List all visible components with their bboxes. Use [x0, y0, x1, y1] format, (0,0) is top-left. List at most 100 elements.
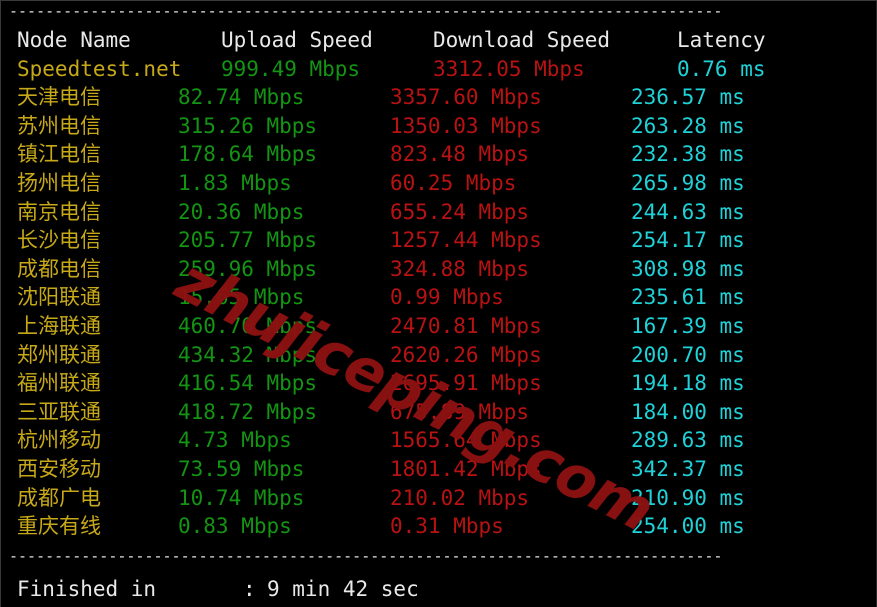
cell-upload-speed: 460.70 Mbps — [178, 313, 318, 338]
table-row: 西安移动 73.59 Mbps 1801.42 Mbps 342.37 ms — [1, 455, 876, 484]
cell-node-name: 成都电信 — [17, 256, 101, 281]
cell-upload-speed: 4.73 Mbps — [178, 428, 292, 453]
cell-node-name: 天津电信 — [17, 85, 101, 110]
cell-upload-speed: 418.72 Mbps — [178, 399, 318, 424]
terminal-window: zhujiceping.com ------------------------… — [0, 0, 877, 607]
cell-download-speed: 1257.44 Mbps — [390, 228, 542, 253]
table-row: 郑州联通 434.32 Mbps 2620.26 Mbps 200.70 ms — [1, 341, 876, 370]
cell-upload-speed: 416.54 Mbps — [178, 371, 318, 396]
cell-download-speed: 823.48 Mbps — [390, 142, 530, 167]
divider-top: ----------------------------------------… — [9, 2, 723, 20]
cell-download-speed: 2695.91 Mbps — [390, 371, 542, 396]
summary-row: Finished in:9 min 42 sec — [1, 575, 876, 604]
table-row: 重庆有线 0.83 Mbps 0.31 Mbps 254.00 ms — [1, 512, 876, 541]
cell-download-speed: 2470.81 Mbps — [390, 313, 542, 338]
cell-upload-speed: 10.74 Mbps — [178, 485, 305, 510]
summary-value: 9 min 42 sec — [267, 576, 419, 601]
cell-upload-speed: 20.36 Mbps — [178, 199, 305, 224]
cell-latency: 254.00 ms — [631, 514, 745, 539]
table-row: 苏州电信 315.26 Mbps 1350.03 Mbps 263.28 ms — [1, 112, 876, 141]
table-row: 沈阳联通 15.65 Mbps 0.99 Mbps 235.61 ms — [1, 283, 876, 312]
cell-download-speed: 1565.64 Mbps — [390, 428, 542, 453]
cell-download-speed: 210.02 Mbps — [390, 485, 530, 510]
cell-upload-speed: 82.74 Mbps — [178, 85, 305, 110]
table-row: 天津电信 82.74 Mbps 3357.60 Mbps 236.57 ms — [1, 83, 876, 112]
table-row: 成都电信 259.96 Mbps 324.88 Mbps 308.98 ms — [1, 255, 876, 284]
table-row: 杭州移动 4.73 Mbps 1565.64 Mbps 289.63 ms — [1, 426, 876, 455]
cell-node-name: 上海联通 — [17, 313, 101, 338]
table-row: 南京电信 20.36 Mbps 655.24 Mbps 244.63 ms — [1, 198, 876, 227]
cell-latency: 200.70 ms — [631, 342, 745, 367]
cell-node-name: 沈阳联通 — [17, 285, 101, 310]
cell-latency: 308.98 ms — [631, 256, 745, 281]
column-header-upload-speed: Upload Speed — [221, 28, 373, 52]
cell-node-name: 苏州电信 — [17, 113, 101, 138]
summary-separator: : — [243, 576, 256, 601]
cell-latency: 184.00 ms — [631, 399, 745, 424]
cell-download-speed: 675.89 Mbps — [390, 399, 530, 424]
cell-node-name: 长沙电信 — [17, 228, 101, 253]
cell-upload-speed: 73.59 Mbps — [178, 456, 305, 481]
column-header-latency: Latency — [677, 28, 766, 52]
table-row: 长沙电信 205.77 Mbps 1257.44 Mbps 254.17 ms — [1, 226, 876, 255]
table-header-row: Node Name Upload Speed Download Speed La… — [1, 26, 876, 55]
cell-node-name: 西安移动 — [17, 456, 101, 481]
cell-upload-speed: 434.32 Mbps — [178, 342, 318, 367]
cell-download-speed: 0.99 Mbps — [390, 285, 504, 310]
table-row: 福州联通 416.54 Mbps 2695.91 Mbps 194.18 ms — [1, 369, 876, 398]
cell-upload-speed: 259.96 Mbps — [178, 256, 318, 281]
cell-download-speed: 655.24 Mbps — [390, 199, 530, 224]
cell-node-name: 杭州移动 — [17, 428, 101, 453]
table-header-block: Node Name Upload Speed Download Speed La… — [1, 26, 876, 55]
cell-latency: 235.61 ms — [631, 285, 745, 310]
cell-download-speed: 3312.05 Mbps — [433, 56, 585, 81]
cell-upload-speed: 15.65 Mbps — [178, 285, 305, 310]
cell-upload-speed: 0.83 Mbps — [178, 514, 292, 539]
table-row: Speedtest.net 999.49 Mbps 3312.05 Mbps 0.76… — [1, 55, 876, 84]
table-row: 成都广电 10.74 Mbps 210.02 Mbps 210.90 ms — [1, 484, 876, 513]
cell-download-speed: 1350.03 Mbps — [390, 113, 542, 138]
cell-latency: 263.28 ms — [631, 113, 745, 138]
terminal-output: ----------------------------------------… — [1, 2, 876, 607]
cell-latency: 289.63 ms — [631, 428, 745, 453]
cell-latency: 342.37 ms — [631, 456, 745, 481]
cell-download-speed: 1801.42 Mbps — [390, 456, 542, 481]
cell-node-name: 三亚联通 — [17, 399, 101, 424]
table-body: Speedtest.net 999.49 Mbps 3312.05 Mbps 0.76… — [1, 55, 876, 541]
cell-download-speed: 324.88 Mbps — [390, 256, 530, 281]
summary-block: Finished in:9 min 42 secTimestamp:2023-1… — [1, 575, 876, 607]
column-header-node-name: Node Name — [17, 28, 131, 52]
cell-download-speed: 60.25 Mbps — [390, 170, 517, 195]
cell-latency: 244.63 ms — [631, 199, 745, 224]
cell-download-speed: 3357.60 Mbps — [390, 85, 542, 110]
cell-node-name: 镇江电信 — [17, 142, 101, 167]
cell-download-speed: 2620.26 Mbps — [390, 342, 542, 367]
cell-latency: 254.17 ms — [631, 228, 745, 253]
cell-latency: 194.18 ms — [631, 371, 745, 396]
cell-latency: 236.57 ms — [631, 85, 745, 110]
cell-latency: 265.98 ms — [631, 170, 745, 195]
cell-upload-speed: 1.83 Mbps — [178, 170, 292, 195]
cell-node-name: 成都广电 — [17, 485, 101, 510]
table-row: 镇江电信 178.64 Mbps 823.48 Mbps 232.38 ms — [1, 140, 876, 169]
cell-upload-speed: 999.49 Mbps — [221, 56, 361, 81]
cell-node-name: 福州联通 — [17, 371, 101, 396]
table-row: 扬州电信 1.83 Mbps 60.25 Mbps 265.98 ms — [1, 169, 876, 198]
cell-upload-speed: 205.77 Mbps — [178, 228, 318, 253]
cell-latency: 167.39 ms — [631, 313, 745, 338]
divider-middle: ----------------------------------------… — [9, 546, 723, 565]
column-header-download-speed: Download Speed — [433, 28, 611, 52]
cell-upload-speed: 178.64 Mbps — [178, 142, 318, 167]
table-row: 三亚联通 418.72 Mbps 675.89 Mbps 184.00 ms — [1, 398, 876, 427]
cell-node-name: 郑州联通 — [17, 342, 101, 367]
cell-download-speed: 0.31 Mbps — [390, 514, 504, 539]
cell-node-name: 重庆有线 — [17, 514, 101, 539]
cell-node-name: Speedtest.net — [17, 56, 182, 81]
cell-upload-speed: 315.26 Mbps — [178, 113, 318, 138]
cell-node-name: 南京电信 — [17, 199, 101, 224]
summary-label: Finished in — [17, 576, 157, 601]
cell-latency: 0.76 ms — [677, 56, 766, 81]
cell-latency: 210.90 ms — [631, 485, 745, 510]
table-row: 上海联通 460.70 Mbps 2470.81 Mbps 167.39 ms — [1, 312, 876, 341]
cell-latency: 232.38 ms — [631, 142, 745, 167]
